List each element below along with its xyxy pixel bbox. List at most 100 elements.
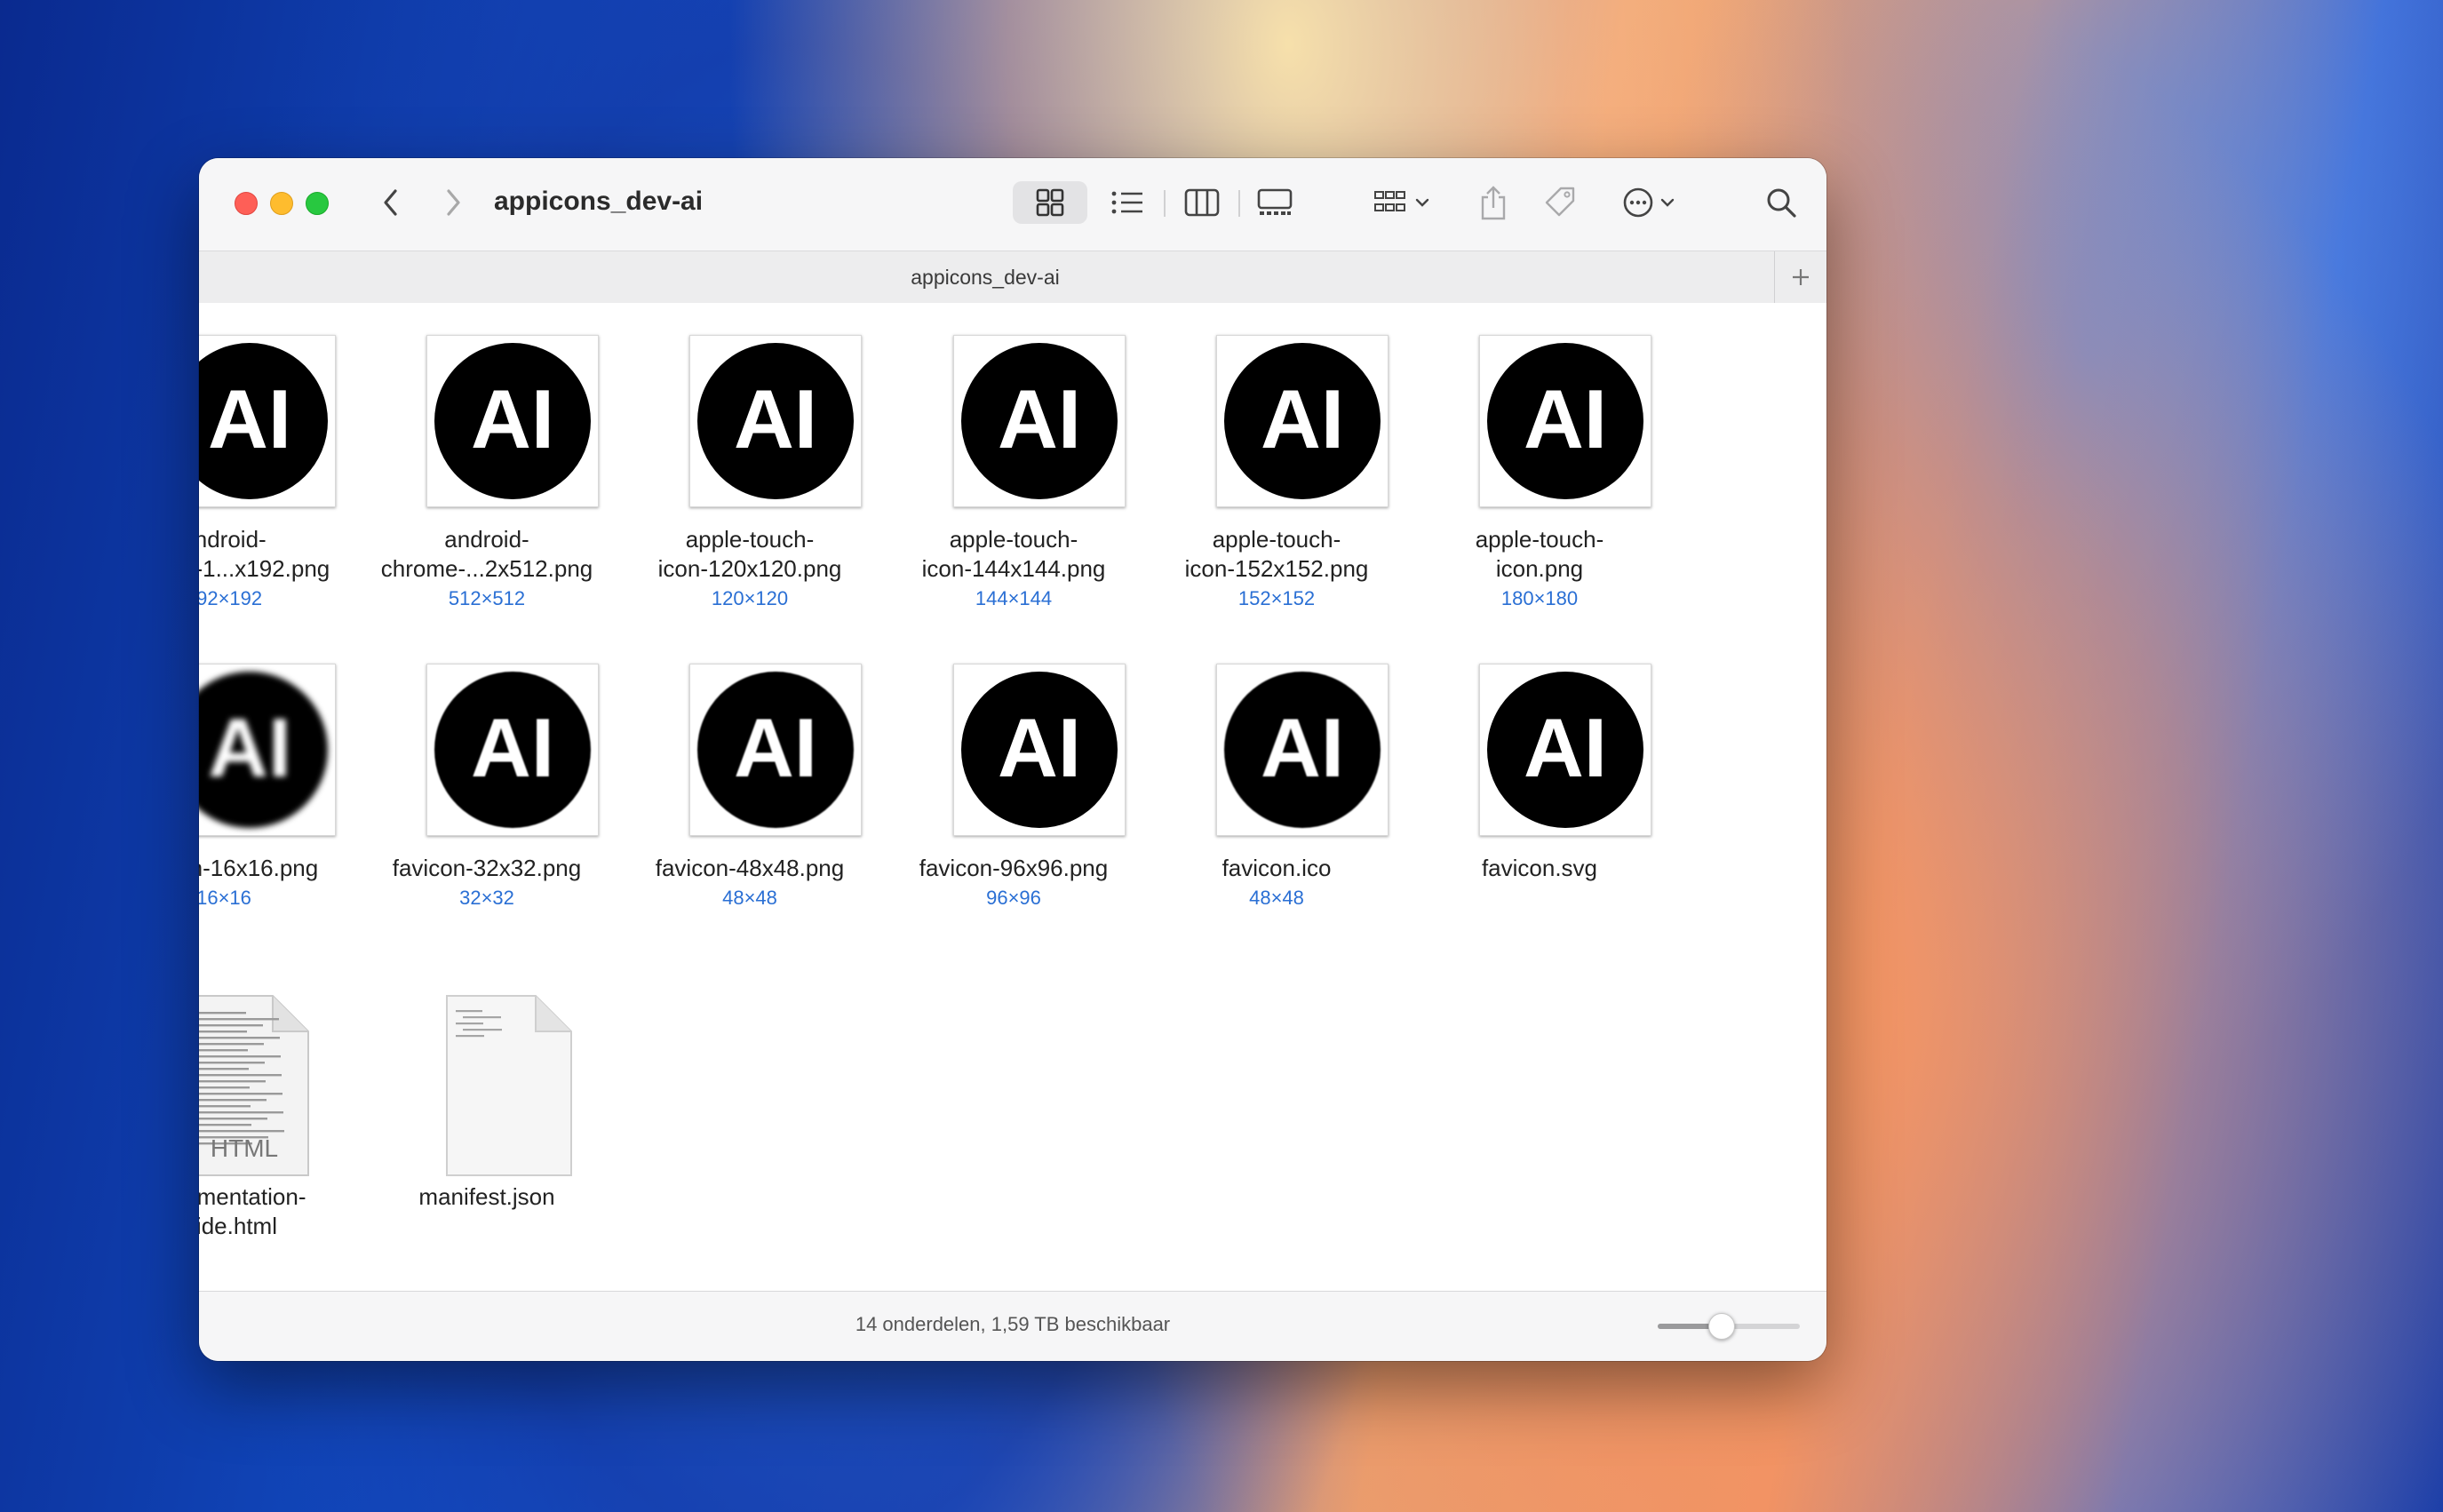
file-item[interactable]: AI favicon-16x16.png 16×16	[199, 632, 353, 951]
file-item[interactable]: AI android-chrome-...2x512.png 512×512	[358, 303, 616, 623]
status-bar: 14 onderdelen, 1,59 TB beschikbaar	[199, 1291, 1826, 1361]
search-button[interactable]	[1759, 181, 1803, 224]
forward-button[interactable]	[434, 183, 473, 222]
ai-logo-text: AI	[998, 372, 1081, 466]
ai-logo-icon: AI	[1487, 672, 1643, 828]
zoom-slider-knob[interactable]	[1708, 1313, 1736, 1340]
file-name: guide.html	[199, 1213, 277, 1239]
tab-title[interactable]: appicons_dev-ai	[199, 266, 1771, 290]
file-thumbnail: AI	[953, 335, 1126, 507]
file-dimensions: 180×180	[1500, 587, 1579, 609]
file-name: icon-144x144.png	[921, 555, 1106, 582]
html-badge: HTML	[211, 1134, 278, 1162]
ai-logo-text: AI	[1261, 372, 1344, 466]
file-dimensions: 120×120	[711, 587, 789, 609]
file-thumbnail: AI	[199, 664, 336, 836]
maximize-button[interactable]	[306, 192, 329, 215]
file-dimensions: 48×48	[1249, 887, 1304, 909]
file-thumbnail: AI	[1216, 664, 1389, 836]
file-name: apple-touch-	[685, 526, 815, 553]
file-item[interactable]: AI favicon-48x48.png 48×48	[621, 632, 879, 951]
tag-icon	[1545, 187, 1575, 217]
file-item[interactable]: AI android-chrome-1...x192.png 192×192	[199, 303, 353, 623]
file-thumbnail: AI	[199, 335, 336, 507]
ai-logo-icon: AI	[1224, 343, 1381, 499]
status-text: 14 onderdelen, 1,59 TB beschikbaar	[855, 1313, 1171, 1335]
file-thumbnail: AI	[426, 664, 599, 836]
file-item[interactable]: AI favicon.svg	[1411, 632, 1668, 951]
file-name: favicon-16x16.png	[199, 855, 319, 881]
list-view-button[interactable]	[1096, 181, 1158, 224]
icon-view-button[interactable]	[1013, 181, 1087, 224]
file-item[interactable]: AI favicon-96x96.png 96×96	[885, 632, 1142, 951]
ai-logo-icon: AI	[434, 343, 591, 499]
file-name: favicon-96x96.png	[919, 855, 1109, 881]
file-grid: AI android-chrome-1...x192.png 192×192 AI an…	[199, 303, 1826, 1292]
file-dimensions: 144×144	[975, 587, 1053, 609]
file-name: favicon-32x32.png	[392, 855, 582, 881]
ai-logo-icon: AI	[697, 672, 854, 828]
columns-icon	[1184, 188, 1220, 217]
file-dimensions: 48×48	[722, 887, 777, 909]
file-item[interactable]: HTML implementation-guide.html	[199, 960, 353, 1280]
close-button[interactable]	[235, 192, 258, 215]
minimize-button[interactable]	[270, 192, 293, 215]
file-dimensions: 32×32	[459, 887, 514, 909]
file-name: icon.png	[1495, 555, 1584, 582]
group-button[interactable]	[1366, 181, 1437, 224]
file-item[interactable]: AI apple-touch-icon-144x144.png 144×144	[885, 303, 1142, 623]
file-item[interactable]: AI favicon-32x32.png 32×32	[358, 632, 616, 951]
file-thumbnail: AI	[953, 664, 1126, 836]
file-item[interactable]: AI apple-touch-icon-152x152.png 152×152	[1148, 303, 1405, 623]
file-name: android-	[199, 526, 267, 553]
file-name: favicon-48x48.png	[655, 855, 845, 881]
ai-logo-text: AI	[208, 701, 291, 794]
file-thumbnail: AI	[1479, 335, 1651, 507]
window-title: appicons_dev-ai	[494, 187, 704, 216]
ai-logo-text: AI	[1524, 701, 1607, 794]
list-icon	[1111, 191, 1142, 214]
file-dimensions: 16×16	[199, 887, 251, 909]
ai-logo-text: AI	[1261, 701, 1344, 794]
tag-button[interactable]	[1539, 181, 1583, 224]
file-thumbnail: AI	[689, 664, 862, 836]
file-name: apple-touch-	[949, 526, 1078, 553]
zoom-slider[interactable]	[1658, 1313, 1800, 1340]
ai-logo-icon: AI	[961, 672, 1118, 828]
file-dimensions: 96×96	[986, 887, 1041, 909]
chevron-down-icon	[1660, 198, 1675, 207]
share-icon	[1481, 186, 1506, 220]
group-icon	[1374, 191, 1405, 211]
file-item[interactable]: AI favicon.ico 48×48	[1148, 632, 1405, 951]
ai-logo-text: AI	[734, 701, 817, 794]
ai-logo-icon: AI	[1487, 343, 1643, 499]
ai-logo-text: AI	[208, 372, 291, 466]
file-thumbnail: AI	[1216, 335, 1389, 507]
share-button[interactable]	[1471, 181, 1516, 224]
file-item[interactable]: manifest.json	[358, 960, 616, 1280]
file-item[interactable]: AI apple-touch-icon.png 180×180	[1411, 303, 1668, 623]
plus-icon	[1793, 269, 1809, 285]
grid-icon	[1036, 188, 1064, 217]
ellipsis-circle-icon	[1623, 187, 1653, 218]
toolbar: appicons_dev-ai	[199, 158, 1826, 251]
ai-logo-icon: AI	[961, 343, 1118, 499]
more-button[interactable]	[1611, 181, 1686, 224]
file-thumbnail: AI	[426, 335, 599, 507]
file-thumbnail: AI	[689, 335, 862, 507]
file-name: icon-152x152.png	[1184, 555, 1369, 582]
chevron-down-icon	[1415, 198, 1429, 207]
tab-bar: appicons_dev-ai	[199, 251, 1826, 304]
file-dimensions: 152×152	[1237, 587, 1316, 609]
file-item[interactable]: AI apple-touch-icon-120x120.png 120×120	[621, 303, 879, 623]
column-view-button[interactable]	[1171, 181, 1233, 224]
gallery-view-button[interactable]	[1244, 181, 1306, 224]
file-name: android-	[444, 526, 529, 553]
new-tab-button[interactable]	[1774, 251, 1826, 303]
ai-logo-icon: AI	[1224, 672, 1381, 828]
ai-logo-icon: AI	[434, 672, 591, 828]
ai-logo-text: AI	[471, 372, 554, 466]
ai-logo-text: AI	[1524, 372, 1607, 466]
ai-logo-text: AI	[734, 372, 817, 466]
back-button[interactable]	[371, 183, 410, 222]
